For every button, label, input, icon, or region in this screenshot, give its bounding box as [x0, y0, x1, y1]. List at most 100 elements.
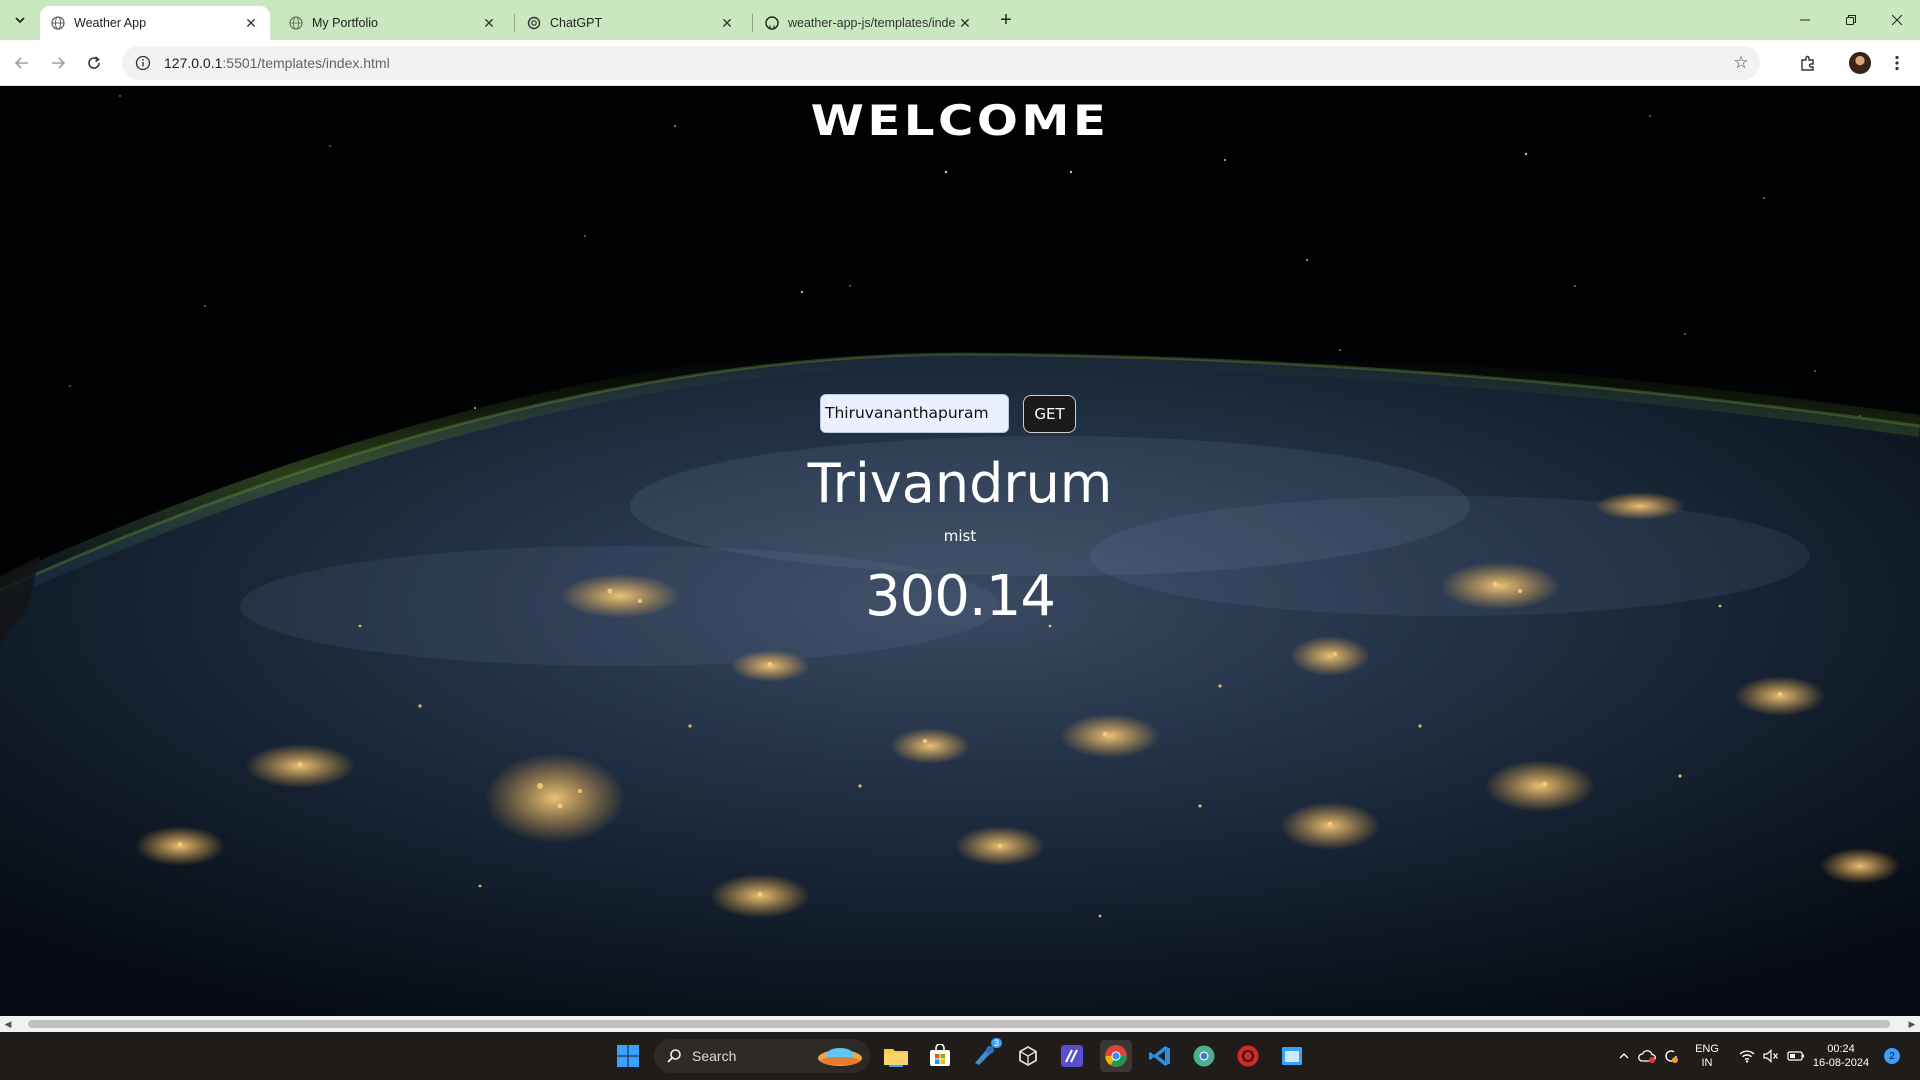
tab-chatgpt[interactable]: ChatGPT ✕	[516, 6, 746, 40]
profile-button[interactable]	[1848, 51, 1872, 75]
close-tab-icon[interactable]: ✕	[956, 14, 974, 32]
notification-badge: 3	[990, 1038, 1002, 1048]
tab-github[interactable]: weather-app-js/templates/inde ✕	[754, 6, 984, 40]
tab-weather-app[interactable]: Weather App ✕	[40, 6, 270, 40]
restore-button[interactable]	[1828, 0, 1874, 40]
search-icon	[667, 1049, 681, 1063]
bookmark-star-icon[interactable]: ☆	[1732, 54, 1750, 72]
clock[interactable]: 00:24 16-08-2024	[1806, 1042, 1876, 1070]
speaker-muted-icon	[1763, 1049, 1778, 1063]
cloud-sync-button[interactable]	[1636, 1040, 1658, 1072]
puzzle-icon	[1801, 55, 1814, 71]
search-label: Search	[692, 1048, 737, 1064]
wifi-icon	[1739, 1050, 1755, 1063]
tab-title: weather-app-js/templates/inde	[788, 16, 956, 30]
tab-separator	[752, 14, 753, 32]
scroll-left-icon[interactable]: ◀	[2, 1018, 14, 1030]
quick-settings-button[interactable]	[1734, 1040, 1810, 1072]
reload-button[interactable]	[82, 51, 106, 75]
davinci-app-button[interactable]	[1232, 1040, 1264, 1072]
chevron-down-icon	[15, 17, 25, 24]
search-highlight-icon	[818, 1048, 862, 1066]
sync-icon	[1665, 1050, 1678, 1063]
unity-hub-button[interactable]	[1012, 1040, 1044, 1072]
vscode-icon	[1149, 1046, 1170, 1066]
avatar	[1849, 52, 1871, 74]
scroll-right-icon[interactable]: ▶	[1906, 1018, 1918, 1030]
extensions-button[interactable]	[1796, 51, 1820, 75]
browser-toolbar: 127.0.0.1:5501/templates/index.html ☆	[0, 40, 1920, 86]
cube-icon	[1019, 1045, 1037, 1067]
taskbar-search[interactable]: Search	[654, 1039, 870, 1073]
language-indicator[interactable]: ENG IN	[1690, 1042, 1724, 1070]
window-icon	[1282, 1047, 1302, 1065]
chrome-button[interactable]	[1100, 1040, 1132, 1072]
tray-overflow-button[interactable]	[1614, 1040, 1634, 1072]
city-name: Trivandrum	[807, 452, 1113, 515]
tab-separator	[514, 14, 515, 32]
visual-studio-button[interactable]	[1056, 1040, 1088, 1072]
close-window-button[interactable]	[1874, 0, 1920, 40]
sync-button[interactable]	[1660, 1040, 1682, 1072]
start-button[interactable]	[612, 1040, 644, 1072]
site-info-icon[interactable]	[134, 54, 152, 72]
page-title: WELCOME	[810, 96, 1110, 145]
close-tab-icon[interactable]: ✕	[718, 14, 736, 32]
reload-icon	[88, 56, 100, 69]
back-button[interactable]	[10, 51, 34, 75]
store-icon	[930, 1044, 950, 1066]
browser-icon	[1193, 1045, 1215, 1067]
github-icon	[764, 15, 780, 31]
city-input[interactable]	[820, 393, 1009, 433]
browser-menu-button[interactable]	[1885, 51, 1909, 75]
chevron-up-icon	[1619, 1053, 1629, 1059]
scrollbar-thumb[interactable]	[28, 1020, 1890, 1028]
close-tab-icon[interactable]: ✕	[480, 14, 498, 32]
arrow-right-icon	[52, 57, 66, 69]
earth-night-background	[0, 86, 1920, 1016]
tab-title: ChatGPT	[550, 16, 603, 30]
minimize-icon	[1800, 19, 1810, 21]
tab-title: My Portfolio	[312, 16, 378, 30]
browser-tab-bar: Weather App ✕ My Portfolio ✕ ChatGPT ✕ w…	[0, 0, 1920, 40]
chrome-beta-button[interactable]	[1188, 1040, 1220, 1072]
tab-title: Weather App	[74, 16, 147, 30]
region-code: IN	[1701, 1057, 1713, 1069]
weather-condition: mist	[943, 527, 977, 545]
globe-icon	[288, 15, 304, 31]
cloud-icon	[1638, 1050, 1656, 1063]
forward-button[interactable]	[46, 51, 70, 75]
new-tab-button[interactable]: +	[995, 9, 1017, 31]
close-tab-icon[interactable]: ✕	[242, 14, 260, 32]
address-bar[interactable]: 127.0.0.1:5501/templates/index.html ☆	[122, 46, 1760, 80]
microsoft-store-button[interactable]	[924, 1040, 956, 1072]
more-vertical-icon	[1895, 55, 1899, 71]
vs-slash-icon	[1061, 1045, 1083, 1067]
vs-code-insiders-button[interactable]: 3	[968, 1038, 1002, 1072]
notification-count-badge[interactable]: 2	[1884, 1048, 1900, 1064]
battery-icon	[1787, 1051, 1804, 1061]
chrome-icon	[1105, 1045, 1127, 1067]
folder-icon	[884, 1049, 908, 1067]
clock-date: 16-08-2024	[1812, 1057, 1870, 1069]
vscode-button[interactable]	[1144, 1040, 1176, 1072]
language-code: ENG	[1695, 1043, 1719, 1055]
red-app-icon	[1237, 1045, 1259, 1067]
close-icon	[1892, 15, 1902, 25]
tab-my-portfolio[interactable]: My Portfolio ✕	[278, 6, 508, 40]
windows-logo-icon	[617, 1045, 639, 1067]
windows-taskbar: Search 3 ENG IN 00:24 16-08-2024 2	[0, 1032, 1920, 1080]
page-viewport: WELCOME GET Trivandrum mist 300.14	[0, 86, 1920, 1016]
file-explorer-button[interactable]	[880, 1040, 912, 1072]
search-form: GET	[820, 393, 1076, 433]
restore-icon	[1846, 15, 1856, 25]
chatgpt-icon	[526, 15, 542, 31]
globe-icon	[50, 15, 66, 31]
get-weather-button[interactable]: GET	[1023, 395, 1076, 433]
url-path: :5501/templates/index.html	[222, 55, 390, 71]
temperature-value: 300.14	[865, 564, 1056, 629]
minimize-button[interactable]	[1782, 0, 1828, 40]
window-app-button[interactable]	[1276, 1040, 1308, 1072]
horizontal-scrollbar[interactable]: ◀ ▶	[0, 1016, 1920, 1032]
tab-search-button[interactable]	[8, 8, 32, 32]
